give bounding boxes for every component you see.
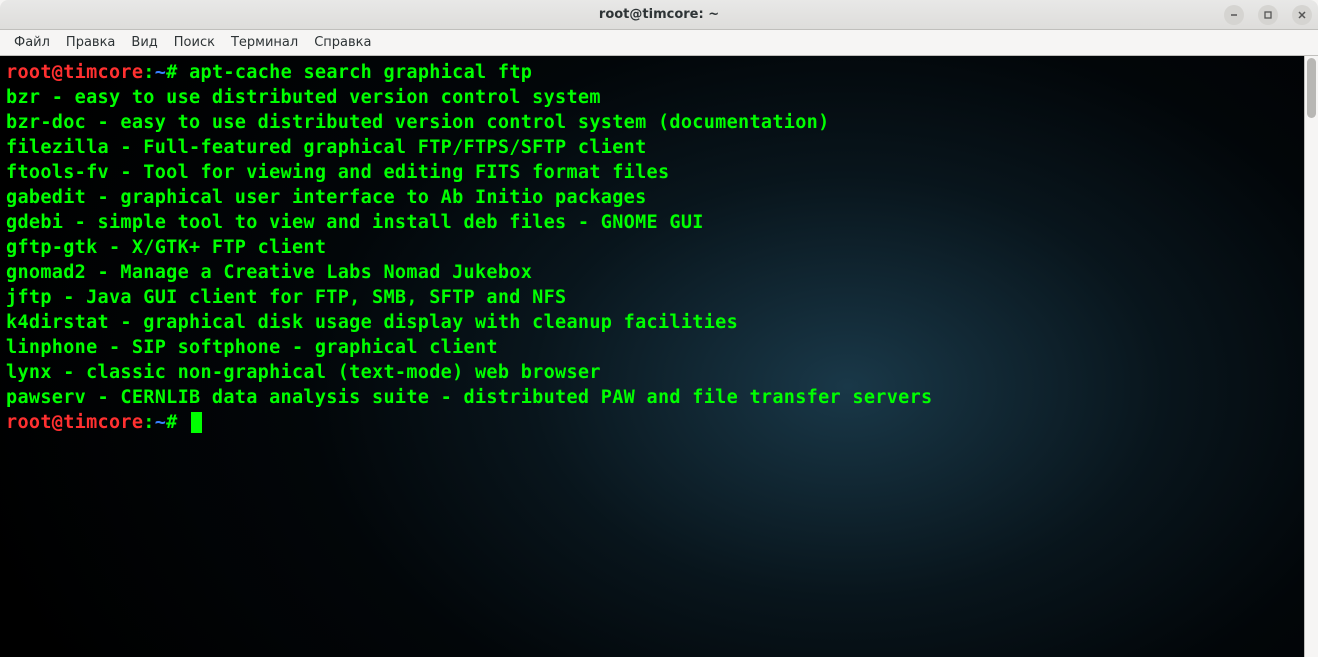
menu-help[interactable]: Справка: [306, 32, 379, 53]
output-line: ftools-fv - Tool for viewing and editing…: [6, 162, 669, 183]
scrollbar-thumb[interactable]: [1307, 58, 1316, 118]
menu-terminal[interactable]: Терминал: [223, 32, 306, 53]
minimize-icon: [1229, 10, 1239, 20]
output-line: linphone - SIP softphone - graphical cli…: [6, 337, 498, 358]
prompt-symbol: #: [166, 412, 177, 433]
terminal[interactable]: root@timcore:~# apt-cache search graphic…: [0, 56, 1304, 657]
menubar: Файл Правка Вид Поиск Терминал Справка: [0, 30, 1318, 56]
terminal-container: root@timcore:~# apt-cache search graphic…: [0, 56, 1318, 657]
prompt-path: ~: [155, 412, 166, 433]
close-icon: [1297, 10, 1307, 20]
output-line: k4dirstat - graphical disk usage display…: [6, 312, 738, 333]
window-title: root@timcore: ~: [599, 7, 719, 22]
output-line: gftp-gtk - X/GTK+ FTP client: [6, 237, 326, 258]
scrollbar[interactable]: [1304, 56, 1318, 657]
minimize-button[interactable]: [1224, 5, 1244, 25]
output-line: gabedit - graphical user interface to Ab…: [6, 187, 647, 208]
prompt-path: ~: [155, 62, 166, 83]
prompt-separator: :: [143, 412, 154, 433]
close-button[interactable]: [1292, 5, 1312, 25]
maximize-button[interactable]: [1258, 5, 1278, 25]
window-controls: [1224, 5, 1312, 25]
menu-search[interactable]: Поиск: [166, 32, 223, 53]
terminal-cursor: [191, 412, 202, 433]
prompt-user-host: root@timcore: [6, 412, 143, 433]
command-text: apt-cache search graphical ftp: [189, 62, 532, 83]
output-line: pawserv - CERNLIB data analysis suite - …: [6, 387, 932, 408]
menu-edit[interactable]: Правка: [58, 32, 123, 53]
menu-view[interactable]: Вид: [123, 32, 165, 53]
output-line: gnomad2 - Manage a Creative Labs Nomad J…: [6, 262, 532, 283]
output-line: lynx - classic non-graphical (text-mode)…: [6, 362, 601, 383]
window-titlebar: root@timcore: ~: [0, 0, 1318, 30]
output-line: bzr-doc - easy to use distributed versio…: [6, 112, 830, 133]
menu-file[interactable]: Файл: [6, 32, 58, 53]
prompt-user-host: root@timcore: [6, 62, 143, 83]
output-line: filezilla - Full-featured graphical FTP/…: [6, 137, 647, 158]
output-line: jftp - Java GUI client for FTP, SMB, SFT…: [6, 287, 566, 308]
prompt-symbol: #: [166, 62, 177, 83]
maximize-icon: [1263, 10, 1273, 20]
output-line: bzr - easy to use distributed version co…: [6, 87, 601, 108]
prompt-separator: :: [143, 62, 154, 83]
output-line: gdebi - simple tool to view and install …: [6, 212, 704, 233]
